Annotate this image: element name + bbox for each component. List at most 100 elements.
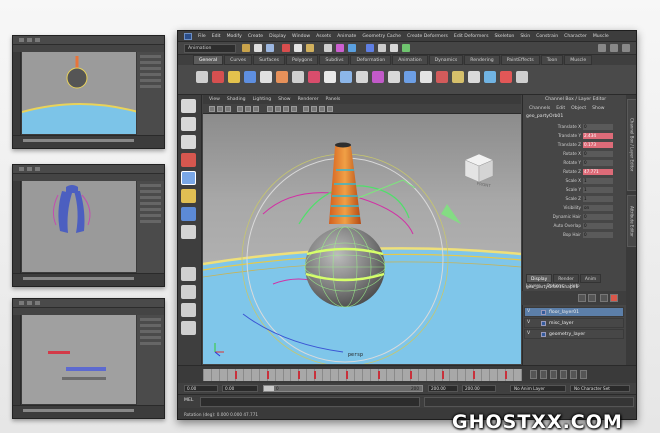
menu-constrain[interactable]: Constrain	[536, 34, 558, 39]
select-tool-icon[interactable]	[181, 99, 196, 113]
channel-attr-value[interactable]: 47.771	[583, 169, 613, 175]
layer-name[interactable]: misc_layer	[549, 319, 574, 328]
persp-graph-layout-icon[interactable]	[181, 321, 196, 335]
film-gate-icon[interactable]	[245, 106, 251, 112]
panel-menu-lighting[interactable]: Lighting	[253, 97, 272, 102]
menu-character[interactable]: Character	[564, 34, 587, 39]
snap-curve-icon[interactable]	[336, 44, 344, 52]
menu-skin[interactable]: Skin	[520, 34, 530, 39]
channel-menu-channels[interactable]: Channels	[529, 104, 550, 113]
layer-move-down-icon[interactable]	[588, 294, 596, 302]
shelf-center-pivot-icon[interactable]	[388, 71, 400, 83]
side-tab-attribute-editor[interactable]: Attribute Editor	[627, 195, 636, 247]
render-icon[interactable]	[378, 44, 386, 52]
open-scene-icon[interactable]	[254, 44, 262, 52]
shelf-tab-general[interactable]: General	[193, 55, 224, 65]
shelf-smooth-icon[interactable]	[372, 71, 384, 83]
keyframe-marker[interactable]	[505, 371, 508, 379]
keyframe-marker[interactable]	[346, 371, 349, 379]
channel-row[interactable]: Scale Z1	[523, 195, 627, 203]
shelf-freeze-icon[interactable]	[404, 71, 416, 83]
manipulator-tool-icon[interactable]	[181, 207, 196, 221]
channel-row[interactable]: Translate Z 0.173	[523, 141, 627, 149]
shelf-tab-polygons[interactable]: Polygons	[285, 55, 319, 65]
display-layer-row[interactable]: Vgeometry_layer	[524, 329, 624, 339]
shelf-extrude-icon[interactable]	[324, 71, 336, 83]
show-hide-toolsettings-icon[interactable]	[622, 44, 630, 52]
shelf-tab-painteffects[interactable]: PaintEffects	[500, 55, 540, 65]
go-to-end-icon[interactable]	[580, 370, 587, 379]
menu-create[interactable]: Create	[248, 34, 263, 39]
camera-attr-icon[interactable]	[209, 106, 215, 112]
scale-tool-icon[interactable]	[181, 189, 196, 203]
four-pane-layout-icon[interactable]	[181, 285, 196, 299]
shelf-split-icon[interactable]	[356, 71, 368, 83]
layer-tab-anim[interactable]: Anim	[579, 274, 602, 283]
shelf-tab-curves[interactable]: Curves	[224, 55, 253, 65]
channel-attr-value[interactable]: 0	[583, 160, 613, 166]
shelf-nurbs-cube-icon[interactable]	[212, 71, 224, 83]
range-slider-handle[interactable]	[264, 386, 274, 391]
grid-toggle-icon[interactable]	[237, 106, 243, 112]
maya-app-icon[interactable]	[184, 33, 192, 40]
thumbnail-graph-animation[interactable]	[12, 298, 165, 419]
keyframe-marker[interactable]	[409, 371, 412, 379]
channel-attr-value[interactable]: 1	[583, 187, 613, 193]
go-to-start-icon[interactable]	[530, 370, 537, 379]
history-icon[interactable]	[366, 44, 374, 52]
shelf-bevel-icon[interactable]	[340, 71, 352, 83]
bookmark-icon[interactable]	[217, 106, 223, 112]
channel-attr-value[interactable]: 0	[583, 124, 613, 130]
channel-menu-show[interactable]: Show	[592, 104, 604, 113]
snap-point-icon[interactable]	[348, 44, 356, 52]
channel-row[interactable]: Bop Hair 0	[523, 231, 627, 239]
shelf-combine-icon[interactable]	[308, 71, 320, 83]
range-slider[interactable]: 0 200	[263, 385, 423, 392]
channel-row[interactable]: Auto Overlap 0	[523, 222, 627, 230]
thumbnail-character-animation[interactable]	[12, 164, 165, 287]
menu-window[interactable]: Window	[292, 34, 310, 39]
keyframe-marker[interactable]	[314, 371, 317, 379]
persp-viewport[interactable]: FRONT persp	[203, 114, 521, 364]
shelf-poly-cube-icon[interactable]	[260, 71, 272, 83]
panel-menu-view[interactable]: View	[209, 97, 220, 102]
shelf-nurbs-sphere-icon[interactable]	[196, 71, 208, 83]
paint-select-icon[interactable]	[181, 135, 196, 149]
keyframe-marker[interactable]	[377, 371, 380, 379]
anim-layer-dropdown[interactable]: No Anim Layer	[510, 385, 566, 392]
keyframe-marker[interactable]	[473, 371, 476, 379]
channel-attr-value[interactable]: 0	[583, 232, 613, 238]
shelf-tab-rendering[interactable]: Rendering	[464, 55, 500, 65]
shelf-tab-toon[interactable]: Toon	[540, 55, 564, 65]
layer-visibility-toggle[interactable]: V	[527, 309, 530, 314]
shelf-poly-cylinder-icon[interactable]	[276, 71, 288, 83]
layer-name[interactable]: geometry_layer	[549, 330, 585, 339]
layer-menu-layers[interactable]: Layers	[526, 283, 541, 291]
channel-attr-value[interactable]: 0.173	[583, 142, 613, 148]
new-layer-selected-icon[interactable]	[610, 294, 618, 302]
layer-tab-display[interactable]: Display	[526, 274, 553, 283]
image-plane-icon[interactable]	[225, 106, 231, 112]
single-pane-layout-icon[interactable]	[181, 267, 196, 281]
display-layer-row[interactable]: Vfloor_layer01	[524, 307, 624, 317]
time-slider-strip[interactable]	[203, 369, 522, 381]
layer-menu-options[interactable]: Options	[547, 283, 564, 291]
last-tool-icon[interactable]	[181, 225, 196, 239]
layer-move-up-icon[interactable]	[578, 294, 586, 302]
shelf-poly-plane-icon[interactable]	[292, 71, 304, 83]
layer-visibility-toggle[interactable]: V	[527, 331, 530, 336]
shelf-outliner-icon[interactable]	[516, 71, 528, 83]
shelf-nurbs-cylinder-icon[interactable]	[228, 71, 240, 83]
select-component-icon[interactable]	[306, 44, 314, 52]
end-time-field[interactable]: 200.00	[462, 385, 496, 392]
new-scene-icon[interactable]	[242, 44, 250, 52]
resolution-gate-icon[interactable]	[253, 106, 259, 112]
channel-row[interactable]: Translate X0	[523, 123, 627, 131]
shelf-key-icon[interactable]	[436, 71, 448, 83]
layer-menu-help[interactable]: Help	[569, 283, 579, 291]
isolate-select-icon[interactable]	[327, 106, 333, 112]
channel-menu-object[interactable]: Object	[571, 104, 586, 113]
menu-file[interactable]: File	[198, 34, 206, 39]
shadows-icon[interactable]	[319, 106, 325, 112]
keyframe-marker[interactable]	[266, 371, 269, 379]
